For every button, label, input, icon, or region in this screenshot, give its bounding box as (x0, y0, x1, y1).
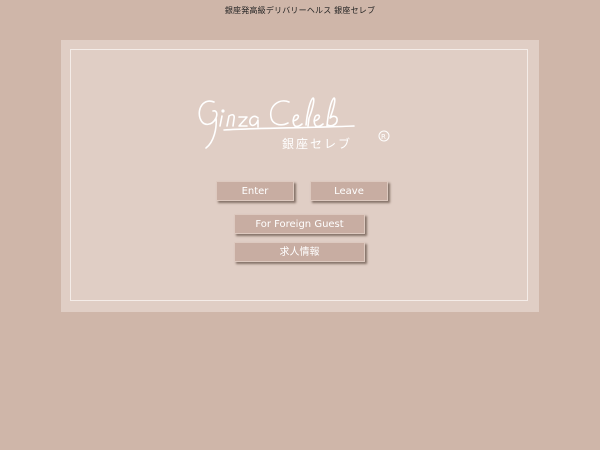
logo-japanese-text: 銀座セレブ (282, 136, 352, 151)
page-caption: 銀座発高級デリバリーヘルス 銀座セレブ (224, 6, 376, 15)
enter-button[interactable]: Enter (216, 181, 294, 201)
ginza-celeb-logo: 銀座セレブ R (194, 90, 404, 162)
entrance-panel: 銀座セレブ R Enter Leave For Foreign Guest 求人… (61, 40, 539, 312)
panel-frame (70, 49, 528, 301)
svg-text:R: R (381, 133, 386, 141)
foreign-guest-button[interactable]: For Foreign Guest (234, 214, 365, 234)
recruitment-button[interactable]: 求人情報 (234, 242, 365, 262)
leave-button[interactable]: Leave (310, 181, 388, 201)
